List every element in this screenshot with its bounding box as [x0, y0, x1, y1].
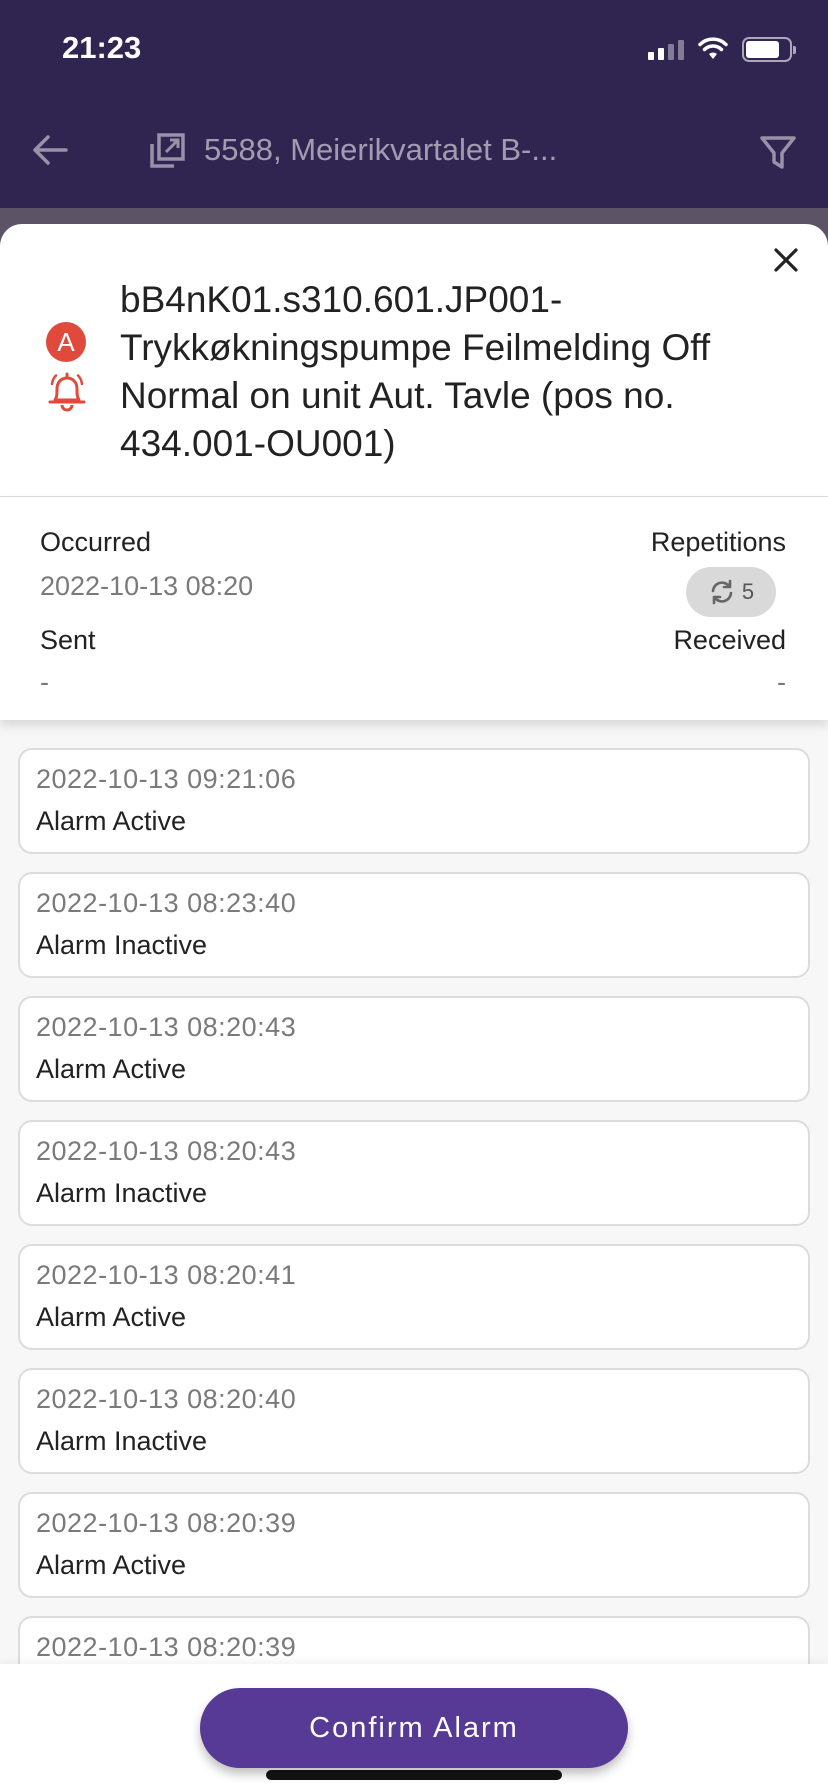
repetitions-badge: 5: [686, 567, 776, 617]
alarm-detail-sheet: A bB4nK01.s310.601.JP001-Trykkøkningspum…: [0, 224, 828, 1792]
app-root: 21:23 5588, Meierikvartalet B-... A bB4n…: [0, 0, 828, 1792]
event-timestamp: 2022-10-13 08:20:40: [36, 1384, 297, 1414]
sent-value: -: [40, 667, 49, 697]
alarm-badges: A: [46, 322, 90, 417]
event-status: Alarm Active: [36, 806, 187, 836]
event-timestamp: 2022-10-13 08:20:39: [36, 1632, 297, 1662]
nav-row: 5588, Meierikvartalet B-...: [0, 120, 828, 180]
event-timestamp: 2022-10-13 08:20:39: [36, 1508, 297, 1538]
event-status: Alarm Inactive: [36, 930, 208, 960]
list-item[interactable]: 2022-10-13 09:21:06 Alarm Active: [18, 748, 810, 854]
event-status: Alarm Active: [36, 1550, 187, 1580]
status-icons: [648, 36, 796, 62]
event-status: Alarm Inactive: [36, 1178, 208, 1208]
priority-badge: A: [46, 322, 86, 362]
received-label: Received: [673, 625, 786, 655]
event-timestamp: 2022-10-13 09:21:06: [36, 764, 297, 794]
occurred-value: 2022-10-13 08:20: [40, 571, 254, 601]
repetitions-label: Repetitions: [650, 527, 786, 557]
event-status: Alarm Inactive: [36, 1426, 208, 1456]
cellular-signal-icon: [648, 38, 684, 60]
list-item[interactable]: 2022-10-13 08:20:41 Alarm Active: [18, 1244, 810, 1350]
occurred-label: Occurred: [40, 527, 152, 557]
event-timestamp: 2022-10-13 08:20:41: [36, 1260, 297, 1290]
confirm-alarm-button[interactable]: Confirm Alarm: [200, 1688, 628, 1768]
sent-label: Sent: [40, 625, 96, 655]
received-value: -: [777, 667, 786, 697]
list-item[interactable]: 2022-10-13 08:20:39 Alarm Active: [18, 1492, 810, 1598]
filter-icon[interactable]: [758, 132, 798, 172]
close-icon[interactable]: [766, 240, 806, 280]
site-title[interactable]: 5588, Meierikvartalet B-...: [204, 132, 557, 168]
event-timestamp: 2022-10-13 08:20:43: [36, 1012, 297, 1042]
event-timestamp: 2022-10-13 08:20:43: [36, 1136, 297, 1166]
top-bar: 21:23 5588, Meierikvartalet B-...: [0, 0, 828, 208]
list-item[interactable]: 2022-10-13 08:20:43 Alarm Active: [18, 996, 810, 1102]
open-external-icon[interactable]: [148, 130, 188, 170]
list-item[interactable]: 2022-10-13 08:23:40 Alarm Inactive: [18, 872, 810, 978]
home-indicator: [266, 1770, 562, 1780]
back-arrow-icon[interactable]: [30, 132, 70, 168]
event-history-list[interactable]: 2022-10-13 09:21:06 Alarm Active 2022-10-1…: [0, 720, 828, 1792]
alarm-bell-icon: [48, 372, 86, 412]
event-status: Alarm Active: [36, 1054, 187, 1084]
bottom-action-bar: Confirm Alarm: [0, 1664, 828, 1792]
alarm-title: bB4nK01.s310.601.JP001-Trykkøkningspumpe…: [120, 279, 711, 464]
alarm-info-panel: Occurred 2022-10-13 08:20 Repetitions 5 …: [0, 496, 828, 720]
event-timestamp: 2022-10-13 08:23:40: [36, 888, 297, 918]
list-item[interactable]: 2022-10-13 08:20:40 Alarm Inactive: [18, 1368, 810, 1474]
wifi-icon: [698, 37, 728, 59]
repeat-icon: [711, 579, 733, 605]
event-status: Alarm Active: [36, 1302, 187, 1332]
status-time: 21:23: [62, 30, 142, 65]
battery-icon: [742, 36, 796, 62]
list-item[interactable]: 2022-10-13 08:20:43 Alarm Inactive: [18, 1120, 810, 1226]
repetitions-count: 5: [741, 579, 755, 604]
